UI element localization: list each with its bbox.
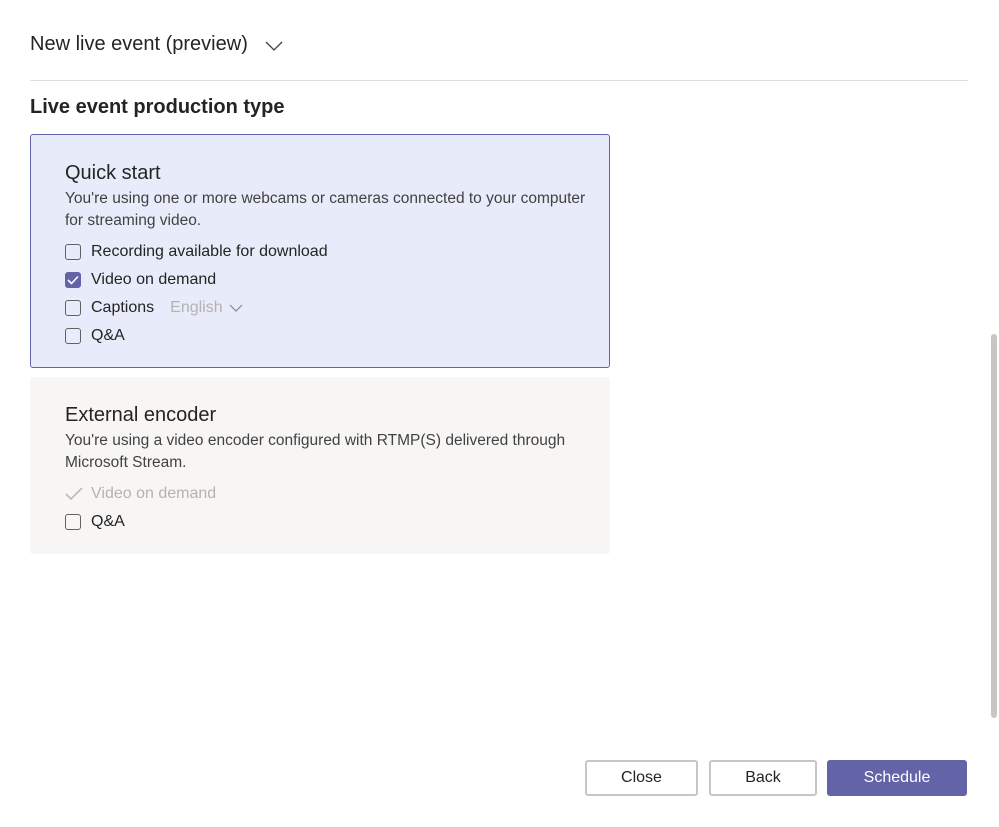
- external-encoder-title: External encoder: [65, 404, 217, 426]
- vertical-scrollbar[interactable]: [991, 334, 997, 718]
- section-title: Live event production type: [30, 96, 285, 118]
- quick-start-options: Recording available for download Video o…: [65, 238, 589, 350]
- qa-checkbox[interactable]: [65, 328, 81, 344]
- quick-start-description: You're using one or more webcams or came…: [65, 190, 586, 229]
- qa-option: Q&A: [65, 322, 589, 350]
- page-title: New live event (preview): [30, 32, 248, 55]
- schedule-button[interactable]: Schedule: [827, 760, 967, 796]
- external-qa-label[interactable]: Q&A: [91, 513, 125, 531]
- vod-label[interactable]: Video on demand: [91, 271, 216, 289]
- recording-label[interactable]: Recording available for download: [91, 243, 328, 261]
- external-vod-option: Video on demand: [65, 480, 589, 508]
- checkmark-icon: [65, 486, 83, 502]
- external-vod-label: Video on demand: [91, 485, 217, 502]
- captions-checkbox[interactable]: [65, 300, 81, 316]
- quick-start-title: Quick start: [65, 162, 161, 184]
- external-encoder-card[interactable]: External encoder You're using a video en…: [30, 377, 610, 554]
- header-divider: [30, 80, 968, 81]
- recording-checkbox[interactable]: [65, 244, 81, 260]
- vod-checkbox[interactable]: [65, 272, 81, 288]
- close-button[interactable]: Close: [585, 760, 698, 796]
- chevron-down-icon[interactable]: [264, 36, 284, 56]
- back-button[interactable]: Back: [709, 760, 817, 796]
- captions-label[interactable]: Captions: [91, 299, 154, 317]
- quick-start-card[interactable]: Quick start You're using one or more web…: [30, 134, 610, 368]
- external-encoder-description: You're using a video encoder configured …: [65, 432, 566, 471]
- recording-option: Recording available for download: [65, 238, 589, 266]
- event-title-header: New live event (preview): [30, 32, 284, 56]
- checkmark-icon: [67, 275, 79, 285]
- captions-language-value: English: [170, 299, 223, 316]
- external-encoder-options: Video on demand Q&A: [65, 480, 589, 536]
- external-qa-checkbox[interactable]: [65, 514, 81, 530]
- captions-option: Captions English: [65, 294, 589, 322]
- external-qa-option: Q&A: [65, 508, 589, 536]
- vod-option: Video on demand: [65, 266, 589, 294]
- captions-language-dropdown[interactable]: English: [170, 299, 243, 317]
- qa-label[interactable]: Q&A: [91, 327, 125, 345]
- chevron-down-icon: [229, 304, 243, 312]
